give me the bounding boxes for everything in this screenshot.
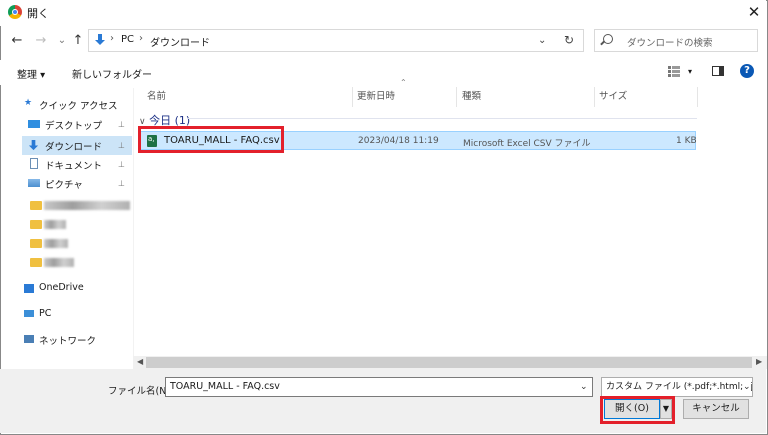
new-folder-button[interactable]: 新しいフォルダー — [72, 66, 152, 81]
folder-icon — [30, 220, 42, 229]
search-input[interactable]: ダウンロードの検索 — [627, 35, 713, 49]
back-button[interactable]: ← — [9, 33, 25, 49]
breadcrumb-separator: › — [139, 33, 143, 44]
column-header-type[interactable]: 種類 — [462, 88, 481, 102]
redacted-folder-name[interactable] — [44, 220, 66, 229]
network-icon — [24, 335, 34, 343]
close-button[interactable]: ✕ — [744, 2, 764, 22]
pin-icon: ⊥ — [118, 141, 125, 150]
sidebar-item-label: PC — [39, 308, 52, 319]
scrollbar-thumb[interactable] — [146, 357, 752, 368]
desktop-icon — [28, 120, 40, 128]
scroll-left-icon[interactable]: ◀ — [137, 357, 143, 366]
highlight-box-file — [138, 126, 284, 153]
view-dropdown[interactable]: ▾ — [688, 67, 692, 76]
star-icon: ★ — [24, 98, 33, 108]
filename-label: ファイル名(N): — [108, 386, 174, 397]
sidebar-item-label: ピクチャ — [45, 180, 83, 191]
pictures-icon — [28, 179, 40, 187]
column-divider[interactable] — [352, 87, 353, 107]
file-type: Microsoft Excel CSV ファイル — [463, 139, 591, 149]
sidebar-item-label: OneDrive — [39, 282, 84, 293]
column-header-size[interactable]: サイズ — [599, 88, 627, 102]
file-type-filter[interactable]: カスタム ファイル (*.pdf;*.html;*.jsc — [601, 377, 753, 397]
column-divider[interactable] — [594, 87, 595, 107]
group-divider — [188, 118, 697, 119]
filter-dropdown-icon[interactable]: ⌄ — [743, 382, 751, 392]
folder-icon — [30, 239, 42, 248]
redacted-folder-name[interactable] — [44, 258, 74, 267]
breadcrumb-separator: › — [110, 33, 114, 44]
column-divider[interactable] — [697, 87, 698, 107]
breadcrumb-downloads[interactable]: ダウンロード — [150, 34, 210, 49]
column-header-modified[interactable]: 更新日時 — [357, 88, 395, 102]
download-icon — [28, 140, 39, 151]
pc-icon — [24, 310, 34, 317]
redacted-folder-name[interactable] — [44, 201, 130, 210]
file-modified: 2023/04/18 11:19 — [358, 136, 439, 146]
breadcrumb-pc[interactable]: PC — [121, 34, 134, 45]
sidebar-item-label: ダウンロード — [45, 142, 103, 153]
pin-icon: ⊥ — [118, 160, 125, 169]
document-icon — [30, 158, 38, 169]
sidebar-item-label: ドキュメント — [45, 161, 103, 172]
sidebar-item-label: クイック アクセス — [39, 101, 118, 112]
column-divider[interactable] — [456, 87, 457, 107]
pin-icon: ⊥ — [118, 120, 125, 129]
sidebar-item-label: デスクトップ — [45, 121, 103, 132]
filename-input[interactable]: TOARU_MALL - FAQ.csv — [165, 377, 593, 397]
chrome-icon — [8, 5, 22, 19]
file-size: 1 KB — [676, 136, 697, 146]
filename-dropdown-icon[interactable]: ⌄ — [580, 382, 588, 392]
preview-pane-icon[interactable] — [712, 66, 724, 76]
forward-button[interactable]: → — [33, 33, 49, 49]
cancel-button[interactable]: キャンセル — [683, 399, 749, 419]
refresh-icon[interactable]: ↻ — [564, 33, 574, 47]
onedrive-icon — [24, 284, 34, 293]
up-button[interactable]: ↑ — [70, 33, 86, 49]
organize-button[interactable]: 整理 ▾ — [17, 66, 45, 81]
sort-indicator-icon: ⌃ — [400, 78, 407, 87]
sidebar-item-downloads[interactable]: ダウンロード ⊥ — [22, 136, 132, 155]
column-header-name[interactable]: 名前 — [147, 88, 166, 102]
download-folder-icon — [95, 34, 105, 45]
sidebar-item-label: ネットワーク — [39, 336, 97, 347]
redacted-folder-name[interactable] — [44, 239, 68, 248]
folder-icon — [30, 258, 42, 267]
highlight-box-open — [600, 396, 675, 424]
scroll-right-icon[interactable]: ▶ — [756, 357, 762, 366]
recent-locations-dropdown[interactable]: ⌄ — [54, 33, 70, 49]
dialog-title: 開く — [27, 7, 49, 20]
folder-icon — [30, 201, 42, 210]
help-icon[interactable]: ? — [740, 64, 754, 78]
pin-icon: ⊥ — [118, 179, 125, 188]
search-icon — [603, 34, 613, 44]
address-dropdown-icon[interactable]: ⌄ — [538, 35, 546, 46]
title-bar — [0, 0, 766, 26]
view-options-icon[interactable] — [668, 66, 680, 77]
